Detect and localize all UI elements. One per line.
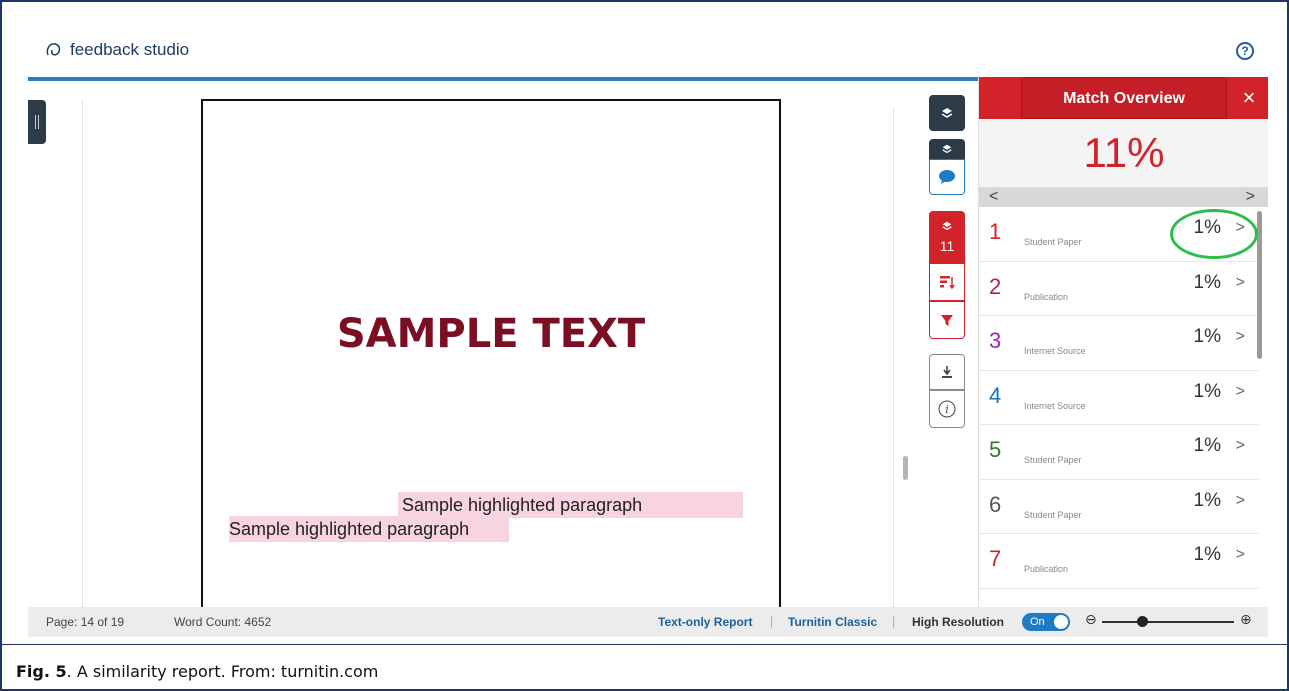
match-percentage: 1% <box>1193 435 1221 456</box>
high-resolution-label: High Resolution <box>912 615 1004 629</box>
comments-button[interactable] <box>929 159 965 195</box>
match-list: 1 Student Paper 1% >2 Publication 1% >3 Interne… <box>979 207 1259 589</box>
app-title: feedback studio <box>70 40 190 59</box>
match-row[interactable]: 2 Publication 1% > <box>979 262 1259 316</box>
match-list-button[interactable] <box>929 263 965 301</box>
status-bar: Page: 14 of 19 Word Count: 4652 Text-onl… <box>28 607 1268 637</box>
app-header: feedback studio ? <box>28 30 1268 78</box>
zoom-slider-track[interactable] <box>1102 621 1234 623</box>
match-number: 6 <box>989 491 1002 517</box>
chevron-left-icon[interactable]: < <box>989 187 998 207</box>
info-button[interactable]: i <box>929 390 965 428</box>
chevron-right-icon[interactable]: > <box>1236 328 1245 346</box>
similarity-count: 11 <box>939 238 955 254</box>
match-number: 1 <box>989 219 1002 244</box>
document-scrollbar[interactable] <box>903 456 908 480</box>
match-source-type: Student Paper <box>1024 237 1082 247</box>
info-icon: i <box>938 400 956 418</box>
caption-text: . A similarity report. From: turnitin.co… <box>66 662 379 681</box>
match-percentage: 1% <box>1193 326 1221 347</box>
svg-text:i: i <box>945 403 949 416</box>
chevron-right-icon[interactable]: > <box>1236 546 1245 564</box>
document-page: SAMPLE TEXT Sample highlighted paragraph… <box>201 99 781 609</box>
chevron-right-icon[interactable]: > <box>1236 437 1245 455</box>
panel-title: Match Overview <box>1021 77 1227 119</box>
panel-header: Match Overview × <box>979 77 1268 119</box>
figure-number: Fig. 5 <box>16 662 67 681</box>
similarity-layer-button[interactable]: 11 <box>929 211 965 263</box>
highlighted-paragraph-2[interactable]: Sample highlighted paragraph <box>229 516 509 542</box>
match-overview-panel: Match Overview × 11% < > 1 Student Paper 1… <box>978 77 1268 607</box>
match-number: 5 <box>989 437 1002 462</box>
overall-score-box: 11% <box>979 119 1268 187</box>
layers-icon <box>942 144 952 154</box>
match-source-type: Publication <box>1024 291 1069 302</box>
overall-similarity-score: 11% <box>1083 129 1165 176</box>
comment-icon <box>939 170 955 184</box>
zoom-in-icon[interactable]: ⊕ <box>1240 611 1252 628</box>
match-number: 7 <box>989 546 1002 571</box>
highlighted-paragraph-1[interactable]: Sample highlighted paragraph <box>398 492 743 518</box>
toggle-knob <box>1054 615 1068 629</box>
zoom-out-icon[interactable]: ⊖ <box>1085 611 1097 628</box>
match-percentage: 1% <box>1193 271 1221 293</box>
chevron-right-icon[interactable]: > <box>1236 383 1245 401</box>
text-only-report-link[interactable]: Text-only Report <box>658 615 752 629</box>
match-number: 3 <box>989 328 1002 353</box>
feedback-studio-logo-icon <box>46 43 61 56</box>
match-row[interactable]: 6 Student Paper 1% > <box>979 480 1259 534</box>
match-row[interactable]: 4 Internet Source 1% > <box>979 371 1259 425</box>
match-row[interactable]: 3 Internet Source 1% > <box>979 316 1259 371</box>
sort-list-icon <box>940 276 955 290</box>
header-divider <box>28 77 978 81</box>
chevron-right-icon[interactable]: > <box>1246 187 1255 207</box>
turnitin-classic-link[interactable]: Turnitin Classic <box>788 615 877 629</box>
caption-divider <box>0 644 1289 645</box>
match-number: 4 <box>989 382 1002 408</box>
match-source-type: Internet Source <box>1024 400 1086 411</box>
app-logo[interactable]: feedback studio <box>44 40 189 60</box>
help-icon[interactable]: ? <box>1236 42 1254 60</box>
page-guide-left <box>82 100 83 608</box>
match-navigation: < > <box>979 187 1268 207</box>
layers-icon <box>942 221 952 231</box>
chevron-right-icon[interactable]: > <box>1236 492 1245 510</box>
separator: | <box>770 614 774 628</box>
match-number: 2 <box>989 273 1002 299</box>
page-guide-right <box>893 108 894 608</box>
download-icon <box>942 366 952 378</box>
layers-button[interactable] <box>929 95 965 131</box>
filter-icon <box>941 315 953 326</box>
document-title: SAMPLE TEXT <box>336 311 646 357</box>
close-icon[interactable]: × <box>1229 77 1268 119</box>
annotation-circle <box>1170 209 1258 259</box>
word-count: Word Count: 4652 <box>174 615 272 629</box>
side-panel-handle[interactable] <box>28 100 46 144</box>
match-source-type: Student Paper <box>1024 509 1082 520</box>
match-source-type: Student Paper <box>1024 455 1082 465</box>
filter-button[interactable] <box>929 301 965 339</box>
zoom-slider-handle[interactable] <box>1136 616 1148 627</box>
download-button[interactable] <box>929 354 965 390</box>
match-source-type: Internet Source <box>1024 346 1086 356</box>
figure-caption: Fig. 5. A similarity report. From: turni… <box>16 662 378 681</box>
layers-icon <box>941 108 953 118</box>
feedback-layer-button[interactable] <box>929 139 965 159</box>
chevron-right-icon[interactable]: > <box>1236 274 1245 292</box>
high-resolution-toggle[interactable]: On <box>1022 613 1070 631</box>
match-percentage: 1% <box>1193 380 1221 402</box>
match-percentage: 1% <box>1193 489 1221 511</box>
match-row[interactable]: 5 Student Paper 1% > <box>979 425 1259 480</box>
separator: | <box>892 614 896 628</box>
match-percentage: 1% <box>1193 544 1221 565</box>
match-source-type: Publication <box>1024 564 1069 574</box>
page-indicator: Page: 14 of 19 <box>46 615 125 629</box>
toggle-label: On <box>1030 616 1045 628</box>
match-row[interactable]: 7 Publication 1% > <box>979 534 1259 589</box>
